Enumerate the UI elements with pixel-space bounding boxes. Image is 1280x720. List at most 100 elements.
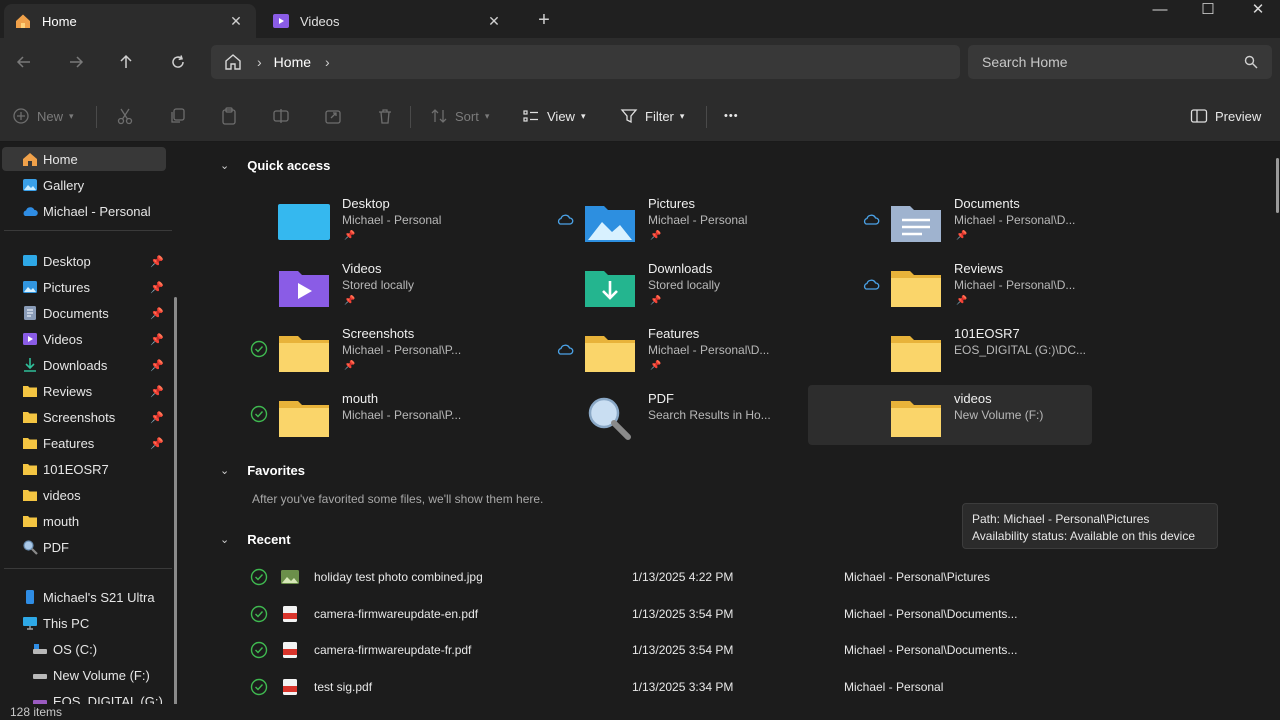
sidebar-item-drive-c[interactable]: OS (C:) — [2, 637, 166, 661]
quick-access-item[interactable]: Videos Stored locally 📌 — [250, 261, 540, 321]
sort-label: Sort — [455, 108, 479, 124]
up-button[interactable] — [112, 50, 140, 78]
tab-close-button[interactable]: ✕ — [484, 13, 504, 30]
quick-access-item[interactable]: Documents Michael - Personal\D... 📌 — [862, 196, 1152, 256]
sidebar-item-label: Desktop — [43, 253, 91, 269]
breadcrumb-home[interactable]: Home — [274, 54, 311, 70]
videos-folder-icon — [273, 14, 289, 28]
item-name: mouth — [342, 391, 379, 406]
sidebar-item-this-pc[interactable]: This PC — [2, 611, 166, 635]
item-location: Michael - Personal — [648, 213, 748, 227]
sidebar-item-phone[interactable]: Michael's S21 Ultra — [2, 585, 166, 609]
recent-file-row[interactable]: camera-firmwareupdate-fr.pdf 1/13/2025 3… — [250, 638, 1240, 662]
rename-button[interactable] — [272, 104, 297, 128]
sidebar-item-gallery[interactable]: Gallery — [2, 173, 166, 197]
preview-button[interactable]: Preview — [1190, 104, 1261, 128]
quick-access-item[interactable]: PDF Search Results in Ho... — [556, 391, 846, 451]
sidebar-item-documents[interactable]: Documents 📌 — [2, 301, 166, 325]
copy-button[interactable] — [168, 104, 193, 128]
check-status-icon — [250, 678, 268, 696]
quick-access-header[interactable]: ⌄ Quick access — [220, 158, 330, 173]
quick-access-item[interactable]: videos New Volume (F:) — [808, 385, 1092, 445]
breadcrumb-separator[interactable]: › — [325, 54, 330, 70]
recent-file-row[interactable]: holiday test photo combined.jpg 1/13/202… — [250, 565, 1240, 589]
filter-button[interactable]: Filter ▾ — [620, 104, 684, 128]
quick-access-item[interactable]: Screenshots Michael - Personal\P... 📌 — [250, 326, 540, 386]
trash-icon — [379, 109, 391, 124]
back-button[interactable] — [10, 50, 38, 78]
sidebar-scrollbar[interactable] — [174, 297, 177, 704]
sidebar-item-downloads[interactable]: Downloads 📌 — [2, 353, 166, 377]
file-date: 1/13/2025 3:54 PM — [632, 643, 734, 657]
recent-file-row[interactable]: test sig.pdf 1/13/2025 3:34 PM Michael -… — [250, 675, 1240, 699]
pin-icon: 📌 — [344, 295, 356, 305]
item-count: 128 items — [10, 705, 63, 719]
maximize-button[interactable]: ☐ — [1188, 0, 1228, 20]
sidebar-item-desktop[interactable]: Desktop 📌 — [2, 249, 166, 273]
tab-home[interactable]: Home ✕ — [4, 4, 256, 38]
new-button[interactable]: New ▾ — [12, 104, 74, 128]
sidebar-item-onedrive[interactable]: Michael - Personal — [2, 199, 166, 223]
pin-icon: 📌 — [150, 307, 164, 320]
recent-header[interactable]: ⌄ Recent — [220, 532, 291, 547]
item-name: 101EOSR7 — [954, 326, 1020, 341]
close-window-button[interactable]: ✕ — [1238, 0, 1278, 20]
quick-access-item[interactable]: Downloads Stored locally 📌 — [556, 261, 846, 321]
search-icon — [1244, 55, 1258, 69]
paste-button[interactable] — [220, 104, 245, 128]
cut-button[interactable] — [116, 104, 141, 128]
address-bar[interactable]: › Home › — [211, 45, 960, 79]
delete-button[interactable] — [376, 104, 401, 128]
sidebar-item-screenshots[interactable]: Screenshots 📌 — [2, 405, 166, 429]
check-status-icon — [250, 605, 268, 623]
recent-file-row[interactable]: camera-firmwareupdate-en.pdf 1/13/2025 3… — [250, 602, 1240, 626]
refresh-button[interactable] — [164, 50, 192, 78]
sort-button[interactable]: Sort ▾ — [430, 104, 489, 128]
sidebar-item-videos-folder[interactable]: videos — [2, 483, 166, 507]
sidebar-item-drive-g[interactable]: EOS_DIGITAL (G:) — [2, 689, 166, 704]
share-button[interactable] — [324, 104, 349, 128]
item-location: Michael - Personal\D... — [954, 278, 1076, 292]
file-date: 1/13/2025 3:34 PM — [632, 679, 734, 694]
folder-folder-icon — [276, 393, 332, 441]
quick-access-item[interactable]: Desktop Michael - Personal 📌 — [250, 196, 540, 256]
view-button[interactable]: View ▾ — [522, 104, 585, 128]
arrow-up-icon — [120, 54, 132, 68]
quick-access-item[interactable]: Features Michael - Personal\D... 📌 — [556, 326, 846, 386]
tab-close-button[interactable]: ✕ — [226, 13, 246, 30]
tab-videos[interactable]: Videos ✕ — [262, 4, 514, 38]
content-scrollbar[interactable] — [1276, 158, 1279, 213]
status-bar: 128 items — [0, 704, 1280, 720]
search-input[interactable]: Search Home — [968, 45, 1272, 79]
pin-icon: 📌 — [150, 255, 164, 268]
sidebar-item-101eosr7[interactable]: 101EOSR7 — [2, 457, 166, 481]
folder-folder-icon — [888, 263, 944, 311]
quick-access-item[interactable]: Reviews Michael - Personal\D... 📌 — [862, 261, 1152, 321]
quick-access-item[interactable]: mouth Michael - Personal\P... — [250, 391, 540, 451]
sidebar-item-label: Michael - Personal — [43, 203, 151, 219]
quick-access-item[interactable]: Pictures Michael - Personal 📌 — [556, 196, 846, 256]
sidebar-item-drive-f[interactable]: New Volume (F:) — [2, 663, 166, 687]
favorites-header[interactable]: ⌄ Favorites — [220, 463, 305, 478]
view-label: View — [547, 108, 575, 124]
minimize-button[interactable]: — — [1140, 0, 1180, 20]
sidebar-item-mouth[interactable]: mouth — [2, 509, 166, 533]
forward-button[interactable] — [62, 50, 90, 78]
tooltip: Path: Michael - Personal\Pictures Availa… — [962, 503, 1218, 549]
quick-access-item[interactable]: 101EOSR7 EOS_DIGITAL (G:)\DC... — [862, 326, 1152, 386]
sidebar-item-features[interactable]: Features 📌 — [2, 431, 166, 455]
sidebar-item-reviews[interactable]: Reviews 📌 — [2, 379, 166, 403]
documents-folder-icon — [888, 198, 944, 246]
folder-icon — [23, 412, 37, 423]
sidebar-item-pdf[interactable]: PDF — [2, 535, 166, 559]
sidebar-item-home[interactable]: Home — [2, 147, 166, 171]
sidebar-item-videos[interactable]: Videos 📌 — [2, 327, 166, 351]
pin-icon: 📌 — [150, 437, 164, 450]
new-tab-button[interactable]: + — [532, 8, 556, 32]
sidebar-item-label: Documents — [43, 305, 109, 321]
pin-icon: 📌 — [150, 281, 164, 294]
sidebar-item-pictures[interactable]: Pictures 📌 — [2, 275, 166, 299]
folder-folder-icon — [888, 328, 944, 376]
more-options-button[interactable]: ••• — [724, 104, 739, 128]
videos-icon — [23, 333, 37, 345]
